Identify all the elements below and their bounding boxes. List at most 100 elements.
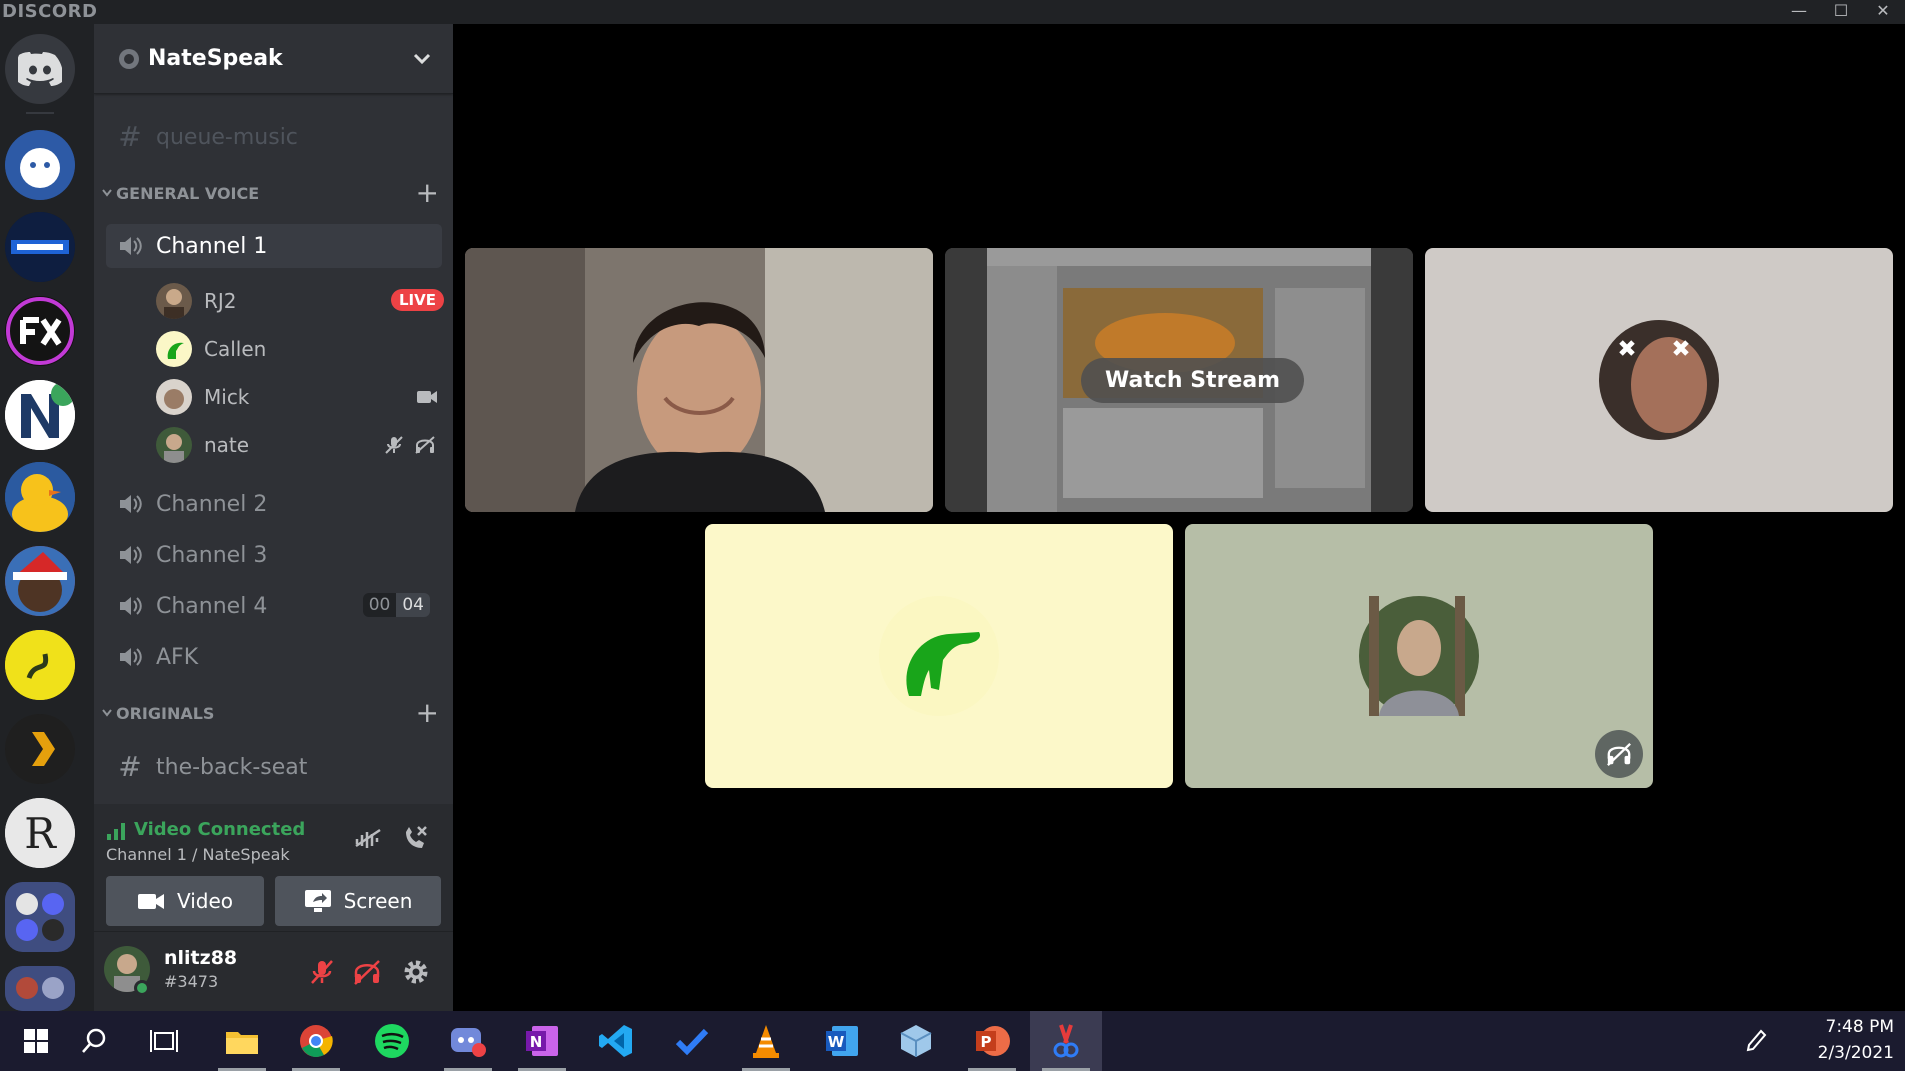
video-button-label: Video: [176, 889, 234, 913]
server-icon-fx[interactable]: [5, 296, 75, 366]
text-channel-the-back-seat[interactable]: # the-back-seat: [106, 745, 442, 789]
discord-app-icon: [451, 1028, 486, 1057]
speaker-icon: [120, 546, 142, 564]
voice-user-mick[interactable]: Mick: [156, 377, 446, 417]
category-originals[interactable]: ORIGINALS +: [94, 699, 453, 729]
user-limit-max: 04: [396, 593, 430, 617]
screen-share-button[interactable]: Screen: [275, 876, 441, 926]
voice-channel-afk[interactable]: AFK: [106, 635, 442, 679]
windows-taskbar: N W P 7:48 PM 2/3/2021: [0, 1011, 1905, 1071]
maximize-button[interactable]: ☐: [1820, 0, 1862, 24]
voice-user-callen[interactable]: Callen: [156, 329, 446, 369]
taskbar-vlc[interactable]: [730, 1011, 802, 1071]
add-channel-icon[interactable]: +: [416, 699, 439, 727]
pen-workspace-button[interactable]: [1736, 1011, 1776, 1071]
username[interactable]: nlitz88: [164, 947, 237, 969]
server-folder[interactable]: [5, 882, 75, 952]
mute-mic-icon[interactable]: [308, 958, 336, 986]
server-icon-santa[interactable]: [5, 546, 75, 616]
video-tile-avatar-1[interactable]: [1425, 248, 1893, 512]
taskbar-powerpoint[interactable]: P: [956, 1011, 1028, 1071]
server-icon-plex[interactable]: [5, 714, 75, 784]
voice-connection-panel: Video Connected Channel 1 / NateSpeak Vi…: [94, 804, 453, 932]
onenote-icon: N: [526, 1026, 558, 1056]
server-rail: R: [0, 24, 94, 1011]
avatar: [156, 331, 192, 367]
close-window-button[interactable]: ✕: [1862, 0, 1904, 24]
server-icon-1[interactable]: [5, 130, 75, 200]
taskbar-snip-tool[interactable]: [1030, 1011, 1102, 1071]
windows-logo-icon: [24, 1029, 48, 1053]
user-limit-badge: 00 04: [362, 593, 430, 617]
server-icon-intermit-tech[interactable]: [5, 212, 75, 282]
signal-strength-icon[interactable]: [106, 822, 126, 840]
taskbar-3d-app[interactable]: [880, 1011, 952, 1071]
home-button[interactable]: [5, 34, 75, 104]
search-button[interactable]: [58, 1011, 130, 1071]
noise-suppression-icon[interactable]: [353, 826, 383, 852]
avatar: [156, 427, 192, 463]
title-bar: DISCORD — ☐ ✕: [0, 0, 1905, 24]
chevron-down-icon[interactable]: [413, 52, 431, 66]
video-tile-stream[interactable]: Watch Stream: [945, 248, 1413, 512]
voice-user-nate[interactable]: nate: [156, 425, 446, 465]
taskbar-onenote[interactable]: N: [506, 1011, 578, 1071]
server-folder-icon: [5, 966, 75, 1011]
voice-channel-2[interactable]: Channel 2: [106, 482, 442, 526]
channel-label: Channel 1: [156, 233, 268, 259]
server-icon-duck[interactable]: [5, 462, 75, 532]
connection-location[interactable]: Channel 1 / NateSpeak: [106, 845, 290, 864]
video-button[interactable]: Video: [106, 876, 264, 926]
task-view-button[interactable]: [128, 1011, 200, 1071]
hashtag-icon: #: [118, 120, 142, 153]
minimize-button[interactable]: —: [1778, 0, 1820, 24]
server-icon-yellow[interactable]: [5, 630, 75, 700]
settings-gear-icon[interactable]: [402, 958, 430, 986]
server-folder-2[interactable]: [5, 966, 75, 1011]
search-icon: [82, 1028, 106, 1053]
watch-stream-button[interactable]: Watch Stream: [1081, 358, 1305, 403]
discord-logo-icon: [18, 52, 62, 86]
system-clock[interactable]: 7:48 PM 2/3/2021: [1794, 1017, 1894, 1063]
taskbar-spotify[interactable]: [356, 1011, 428, 1071]
video-tile-webcam[interactable]: [465, 248, 933, 512]
bear-mascot-icon: [5, 130, 75, 200]
text-channel-queue-music[interactable]: # queue-music: [106, 115, 442, 159]
taskbar-vscode[interactable]: [580, 1011, 652, 1071]
video-tile-avatar-2[interactable]: [705, 524, 1173, 788]
guild-header[interactable]: NateSpeak: [94, 24, 453, 94]
deafen-headphones-icon[interactable]: [352, 958, 382, 986]
channel-label: Channel 2: [156, 491, 268, 517]
channel-label: Channel 4: [156, 593, 268, 619]
snipping-tool-icon: [1053, 1024, 1079, 1058]
video-camera-icon: [417, 391, 437, 403]
server-icon-n[interactable]: [5, 380, 75, 450]
taskbar-file-explorer[interactable]: [206, 1011, 278, 1071]
server-boost-icon: [119, 49, 139, 69]
speaker-icon: [120, 597, 142, 615]
voice-user-rj2[interactable]: RJ2 LIVE: [156, 281, 446, 321]
voice-channel-3[interactable]: Channel 3: [106, 533, 442, 577]
taskbar-todo[interactable]: [656, 1011, 728, 1071]
channel-label: the-back-seat: [156, 754, 308, 780]
video-stage: Watch Stream: [453, 24, 1905, 1011]
speaker-icon: [120, 237, 142, 255]
voice-channel-4[interactable]: Channel 4 00 04: [106, 584, 442, 628]
voice-channel-1[interactable]: Channel 1: [106, 224, 442, 268]
task-view-icon: [150, 1030, 178, 1052]
video-tile-avatar-3[interactable]: [1185, 524, 1653, 788]
disconnect-call-icon[interactable]: [401, 824, 429, 852]
server-icon-r[interactable]: R: [5, 798, 75, 868]
taskbar-chrome[interactable]: [280, 1011, 352, 1071]
user-avatar-image: [1599, 320, 1719, 440]
channel-label: Channel 3: [156, 542, 268, 568]
category-general-voice[interactable]: GENERAL VOICE +: [94, 179, 453, 209]
user-discriminator: #3473: [164, 972, 219, 991]
user-limit-used: 00: [362, 593, 397, 617]
discord-window: DISCORD — ☐ ✕ R NateSpeak # queue-music …: [0, 0, 1905, 1071]
channel-label: queue-music: [156, 124, 298, 150]
chevron-down-icon: [102, 189, 112, 197]
taskbar-word[interactable]: W: [806, 1011, 878, 1071]
add-channel-icon[interactable]: +: [416, 179, 439, 207]
taskbar-discord[interactable]: [432, 1011, 504, 1071]
